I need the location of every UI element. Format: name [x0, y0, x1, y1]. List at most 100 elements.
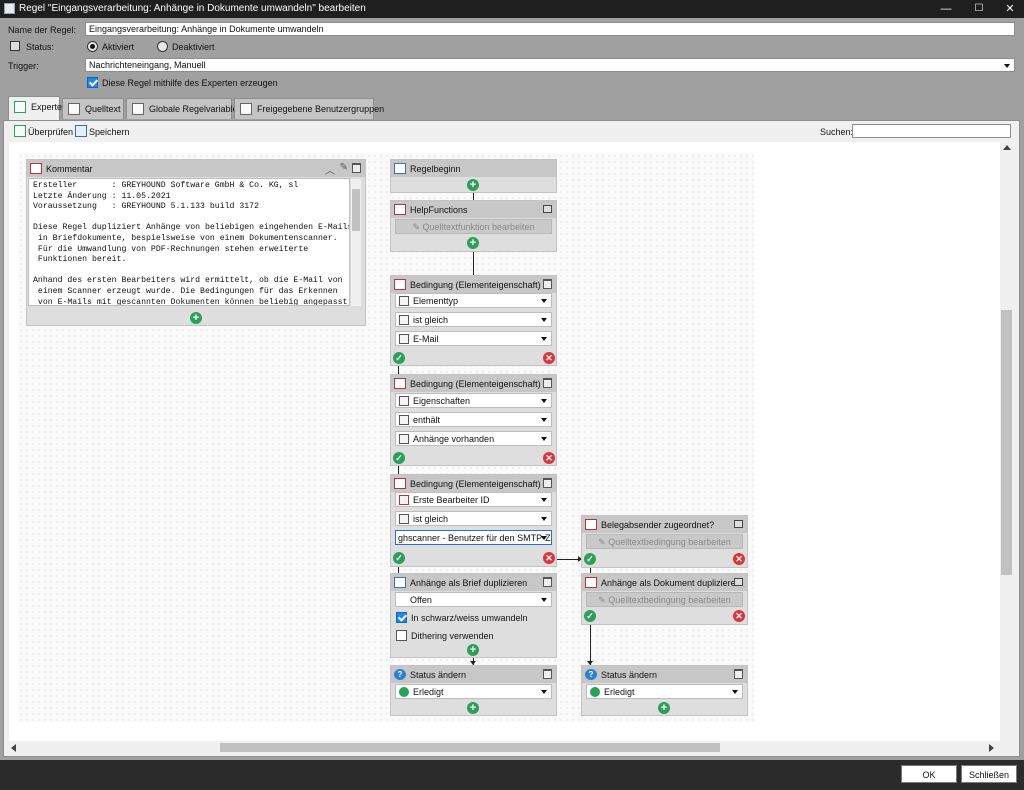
tab-quelltext[interactable]: Quelltext: [62, 98, 124, 119]
value-select[interactable]: Anhänge vorhanden: [395, 431, 552, 446]
dithering-checkbox[interactable]: Dithering verwenden: [396, 630, 494, 644]
false-branch-icon[interactable]: ✕: [543, 452, 555, 464]
close-window-button[interactable]: ✕: [996, 0, 1024, 18]
trash-icon[interactable]: [734, 669, 743, 679]
edit-source-condition-button[interactable]: ✎ Quelltextbedingung bearbeiten: [586, 534, 743, 549]
status-active-radio[interactable]: [87, 41, 98, 52]
check-button[interactable]: Überprüfen: [28, 127, 73, 137]
pencil-icon: ✎: [598, 537, 609, 547]
value-select[interactable]: E-Mail: [395, 331, 552, 346]
collapse-icon[interactable]: ︿: [325, 162, 335, 177]
pencil-icon: ✎: [412, 222, 423, 232]
true-branch-icon[interactable]: ✓: [393, 452, 405, 464]
status-select[interactable]: Erledigt: [395, 684, 552, 699]
element-type-icon: [399, 296, 409, 306]
edit-icon[interactable]: ✎: [340, 162, 348, 173]
save-icon: [75, 125, 87, 137]
scroll-up-icon[interactable]: [1003, 145, 1011, 150]
select-value: Eigenschaften: [413, 396, 471, 406]
contains-icon: [399, 415, 409, 425]
trash-icon[interactable]: [543, 478, 552, 488]
trash-icon[interactable]: [352, 163, 361, 173]
status-label: Status:: [26, 42, 55, 52]
select-value: Erste Bearbeiter ID: [413, 495, 490, 505]
app-icon: [4, 3, 15, 14]
true-branch-icon[interactable]: ✓: [393, 352, 405, 364]
chevron-down-icon: [541, 437, 547, 441]
true-branch-icon[interactable]: ✓: [584, 553, 596, 565]
users-icon: [240, 103, 252, 115]
window-titlebar: Regel "Eingangsverarbeitung: Anhänge in …: [0, 0, 1024, 18]
true-branch-icon[interactable]: ✓: [393, 552, 405, 564]
add-icon[interactable]: +: [467, 644, 479, 656]
connector: [473, 248, 474, 275]
save-button[interactable]: Speichern: [89, 127, 130, 137]
operator-select[interactable]: ist gleich: [395, 312, 552, 327]
close-button[interactable]: Schließen: [961, 765, 1017, 783]
node-title: Regelbeginn: [410, 164, 461, 174]
tab-experte[interactable]: Experte: [8, 96, 62, 121]
button-label: Quelltextbedingung bearbeiten: [608, 595, 731, 605]
false-branch-icon[interactable]: ✕: [543, 352, 555, 364]
maximize-button[interactable]: ☐: [965, 0, 993, 18]
question-icon: ?: [585, 669, 597, 680]
status-inactive-radio[interactable]: [157, 41, 168, 52]
action-icon: [585, 577, 597, 588]
false-branch-icon[interactable]: ✕: [543, 552, 555, 564]
node-header: ? Status ändern: [391, 666, 556, 683]
bw-convert-checkbox[interactable]: In schwarz/weiss umwandeln: [396, 612, 528, 626]
comment-header: Kommentar ︿ ✎: [27, 160, 365, 177]
select-value: Erledigt: [604, 687, 635, 697]
wizard-icon: [14, 101, 26, 113]
expert-checkbox[interactable]: [87, 77, 98, 88]
button-label: Quelltextbedingung bearbeiten: [608, 537, 731, 547]
tab-globale-regelvariablen[interactable]: Globale Regelvariablen: [126, 98, 243, 119]
edit-source-function-button[interactable]: ✎ Quelltextfunktion bearbeiten: [395, 219, 552, 234]
false-branch-icon[interactable]: ✕: [733, 553, 745, 565]
trigger-value: Nachrichteneingang, Manuell: [89, 60, 206, 70]
chevron-down-icon: [732, 690, 738, 694]
scroll-left-icon[interactable]: [11, 744, 16, 752]
add-icon[interactable]: +: [467, 702, 479, 714]
node-header: Bedingung (Elementeigenschaft): [391, 276, 556, 293]
rule-name-field[interactable]: Eingangsverarbeitung: Anhänge in Dokumen…: [85, 22, 1015, 36]
tab-freigegebene-benutzergruppen[interactable]: Freigegebene Benutzergruppen: [234, 98, 384, 119]
comment-textarea[interactable]: Ersteller : GREYHOUND Software GmbH & Co…: [28, 178, 350, 306]
trash-icon[interactable]: [543, 577, 552, 587]
equals-icon: [399, 315, 409, 325]
tab-label: Globale Regelvariablen: [149, 104, 243, 114]
value-select[interactable]: ghscanner - Benutzer für den SMTP-Zug: [395, 530, 552, 545]
trash-icon[interactable]: [543, 669, 552, 679]
add-icon[interactable]: +: [658, 702, 670, 714]
edit-source-condition-button[interactable]: ✎ Quelltextbedingung bearbeiten: [586, 592, 743, 607]
minimize-button[interactable]: —: [932, 0, 960, 18]
node-title: HelpFunctions: [410, 205, 468, 215]
trash-icon[interactable]: [543, 279, 552, 289]
trash-icon[interactable]: [543, 378, 552, 388]
document-icon: [68, 103, 80, 115]
add-icon[interactable]: +: [467, 179, 479, 191]
operator-select[interactable]: ist gleich: [395, 511, 552, 526]
property-select[interactable]: Eigenschaften: [395, 393, 552, 408]
chevron-down-icon: [541, 299, 547, 303]
trigger-select[interactable]: Nachrichteneingang, Manuell: [85, 58, 1015, 72]
condition-icon: [394, 478, 406, 489]
lock-icon: [10, 41, 20, 51]
operator-select[interactable]: enthält: [395, 412, 552, 427]
vertical-scroll-thumb[interactable]: [1001, 310, 1012, 575]
search-input[interactable]: [852, 124, 1011, 138]
comment-scroll-thumb[interactable]: [352, 189, 360, 231]
property-select[interactable]: Erste Bearbeiter ID: [395, 492, 552, 507]
horizontal-scroll-thumb[interactable]: [220, 743, 720, 752]
add-icon[interactable]: +: [467, 237, 479, 249]
lock-icon: [734, 520, 743, 528]
scroll-right-icon[interactable]: [989, 744, 994, 752]
false-branch-icon[interactable]: ✕: [733, 610, 745, 622]
add-icon[interactable]: +: [190, 312, 202, 324]
property-select[interactable]: Elementtyp: [395, 293, 552, 308]
true-branch-icon[interactable]: ✓: [584, 610, 596, 622]
ok-button[interactable]: OK: [901, 765, 957, 783]
letter-status-select[interactable]: Offen: [395, 592, 552, 607]
status-select[interactable]: Erledigt: [586, 684, 743, 699]
trigger-label: Trigger:: [8, 61, 39, 71]
